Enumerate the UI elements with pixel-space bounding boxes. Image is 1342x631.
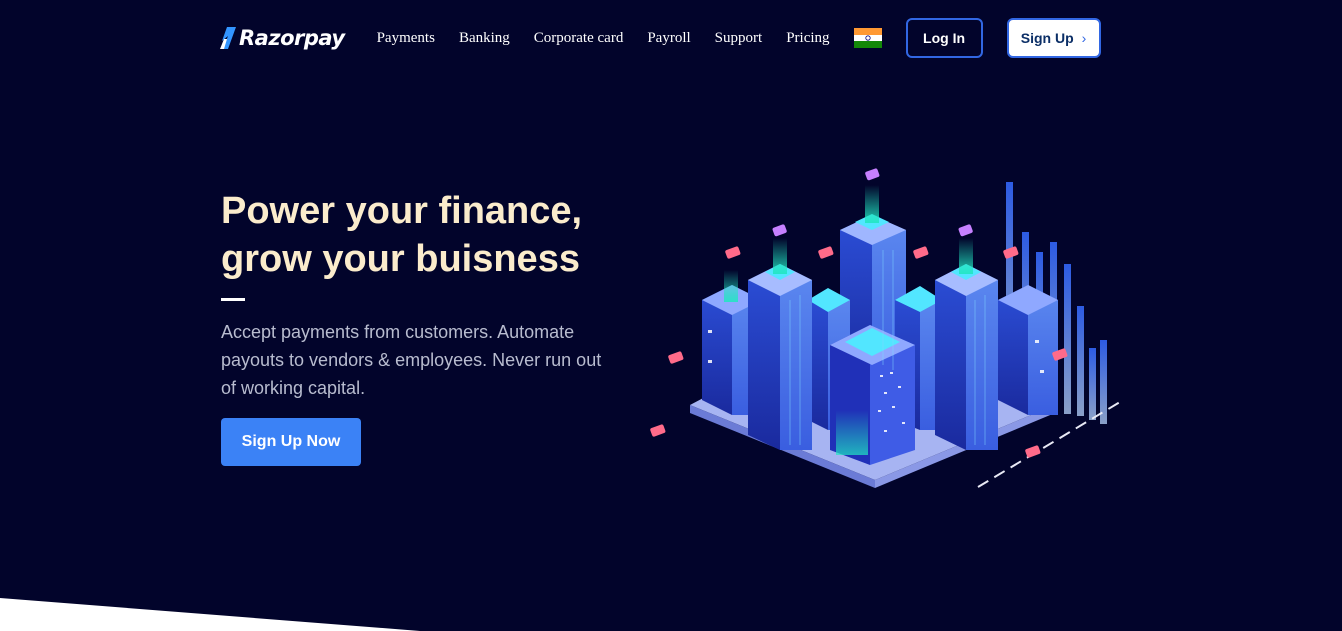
hero-description: Accept payments from customers. Automate…: [221, 322, 602, 398]
nav-link-corporate-card[interactable]: Corporate card: [534, 30, 624, 47]
brand-logo[interactable]: Razorpay: [220, 26, 345, 50]
nav-links: Payments Banking Corporate card Payroll …: [365, 30, 842, 47]
hero-divider: [221, 298, 245, 301]
nav-link-banking[interactable]: Banking: [459, 30, 510, 47]
signup-button-label: Sign Up: [1020, 30, 1074, 46]
login-button-label: Log In: [923, 30, 966, 46]
nav-link-payments[interactable]: Payments: [377, 30, 435, 47]
hero-title-line-2: grow your buisness: [221, 238, 580, 280]
bottom-section-edge: [0, 598, 420, 631]
razorpay-logo-icon: [220, 27, 236, 49]
signup-button[interactable]: Sign Up ›: [1006, 18, 1101, 58]
hero-title: Power your finance, grow your buisness: [221, 187, 641, 283]
signup-now-label: Sign Up Now: [241, 433, 341, 450]
login-button[interactable]: Log In: [905, 18, 983, 58]
nav-link-support[interactable]: Support: [715, 30, 763, 47]
nav-link-payroll[interactable]: Payroll: [647, 30, 690, 47]
top-nav: Razorpay Payments Banking Corporate card…: [220, 18, 1102, 58]
hero-title-line-1: Power your finance,: [221, 190, 583, 232]
signup-now-button[interactable]: Sign Up Now: [221, 418, 361, 466]
nav-link-pricing[interactable]: Pricing: [786, 30, 829, 47]
chevron-right-icon: ›: [1081, 30, 1087, 46]
isometric-city-illustration: [650, 168, 1121, 488]
brand-name: Razorpay: [239, 26, 345, 50]
india-flag-icon[interactable]: [853, 28, 882, 48]
